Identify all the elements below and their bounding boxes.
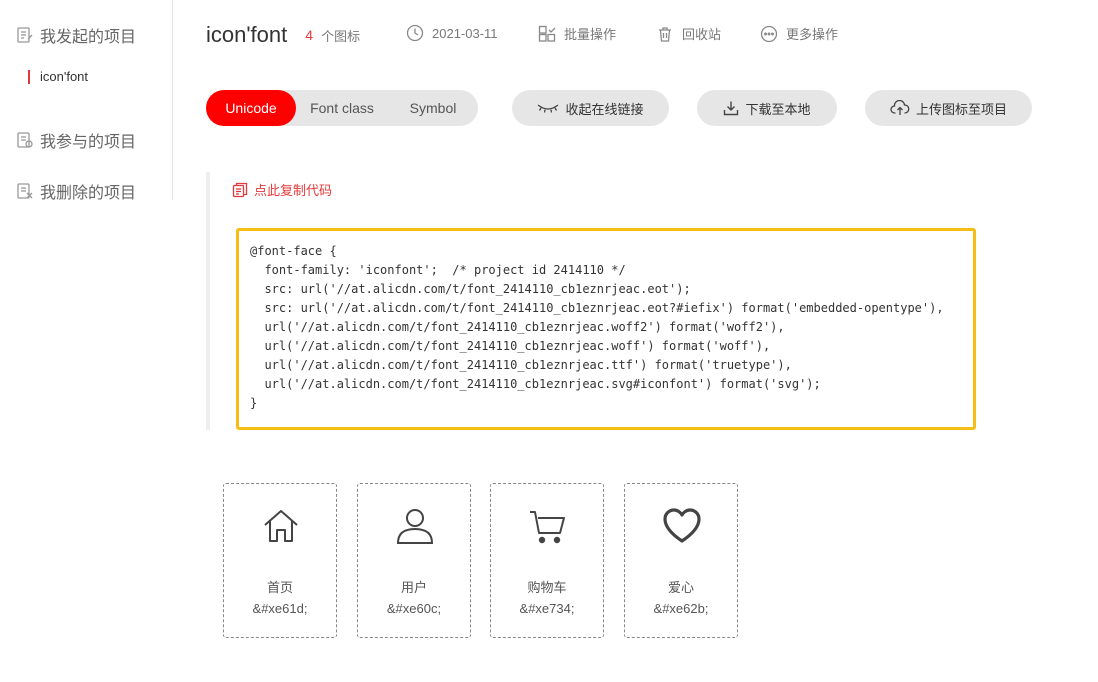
icon-card-heart[interactable]: 爱心 &#xe62b;: [624, 483, 738, 638]
project-join-icon: [17, 132, 33, 148]
download-icon: [724, 101, 739, 116]
recycle-bin-button[interactable]: 回收站: [656, 24, 721, 43]
collapse-label: 收起在线链接: [565, 101, 644, 117]
download-local-button[interactable]: 下载至本地: [697, 90, 837, 126]
tab-symbol[interactable]: Symbol: [388, 90, 478, 126]
batch-operation-button[interactable]: 批量操作: [538, 24, 616, 43]
icon-count-unit: 个图标: [321, 28, 361, 44]
project-list-icon: [17, 27, 33, 43]
sidebar-item-joined-projects[interactable]: 我参与的项目: [16, 128, 136, 152]
copy-code-link[interactable]: 点此复制代码: [232, 180, 332, 199]
cart-icon: [530, 511, 565, 544]
tab-unicode[interactable]: Unicode: [206, 90, 296, 126]
more-operations-button[interactable]: 更多操作: [760, 24, 838, 43]
icon-name: 爱心: [667, 580, 694, 595]
icon-code: &#xe61d;: [252, 601, 308, 616]
cloud-upload-icon: [890, 100, 910, 115]
upload-icon-button[interactable]: 上传图标至项目: [865, 90, 1032, 126]
icon-name: 用户: [400, 580, 427, 595]
more-label: 更多操作: [786, 27, 839, 42]
code-snippet-box[interactable]: @font-face { font-family: 'iconfont'; /*…: [236, 228, 976, 430]
page-title: icon'font: [206, 22, 288, 47]
icon-count: 4: [305, 27, 314, 43]
active-indicator: [28, 69, 30, 84]
home-icon: [264, 510, 298, 542]
upload-label: 上传图标至项目: [915, 101, 1007, 117]
batch-icon: [538, 25, 556, 42]
sidebar-item-label: 我参与的项目: [40, 134, 137, 151]
sidebar-item-deleted-projects[interactable]: 我删除的项目: [16, 179, 136, 203]
icon-card-cart[interactable]: 购物车 &#xe734;: [490, 483, 604, 638]
sidebar-item-label: 我删除的项目: [40, 185, 137, 202]
icon-card-user[interactable]: 用户 &#xe60c;: [357, 483, 471, 638]
collapse-online-link-button[interactable]: 收起在线链接: [512, 90, 669, 126]
recycle-label: 回收站: [682, 27, 722, 42]
trash-icon: [659, 26, 671, 42]
code-area-divider: [206, 172, 210, 430]
sidebar-item-label: 我发起的项目: [40, 29, 137, 46]
icon-name: 购物车: [527, 580, 567, 595]
code-format-tabs: Unicode Font class Symbol: [206, 90, 478, 126]
sidebar-subitem-label: icon'font: [40, 69, 89, 84]
copy-icon: [232, 182, 248, 197]
project-deleted-icon: [17, 183, 33, 199]
more-icon: [760, 25, 778, 42]
icon-code: &#xe734;: [519, 601, 575, 616]
icon-code: &#xe62b;: [653, 601, 709, 616]
batch-label: 批量操作: [564, 27, 617, 42]
sidebar-item-my-projects[interactable]: 我发起的项目: [16, 23, 136, 47]
sidebar-subitem-iconfont[interactable]: icon'font: [28, 69, 88, 84]
icon-card-home[interactable]: 首页 &#xe61d;: [223, 483, 337, 638]
sidebar: 我发起的项目 icon'font 我参与的项目 我删除的项目: [0, 0, 173, 203]
project-header: icon'font 4 个图标: [206, 18, 360, 52]
eye-closed-icon: [538, 104, 559, 113]
user-icon: [396, 509, 434, 544]
date-text: 2021-03-11: [432, 25, 498, 41]
clock-icon: [406, 24, 424, 42]
icon-code: &#xe60c;: [386, 601, 442, 616]
copy-code-label: 点此复制代码: [254, 183, 333, 198]
tab-font-class[interactable]: Font class: [296, 90, 388, 126]
icon-name: 首页: [266, 580, 293, 595]
heart-icon: [663, 508, 701, 543]
download-label: 下载至本地: [745, 101, 811, 117]
project-date: 2021-03-11: [406, 24, 498, 42]
font-face-code: @font-face { font-family: 'iconfont'; /*…: [250, 244, 944, 410]
